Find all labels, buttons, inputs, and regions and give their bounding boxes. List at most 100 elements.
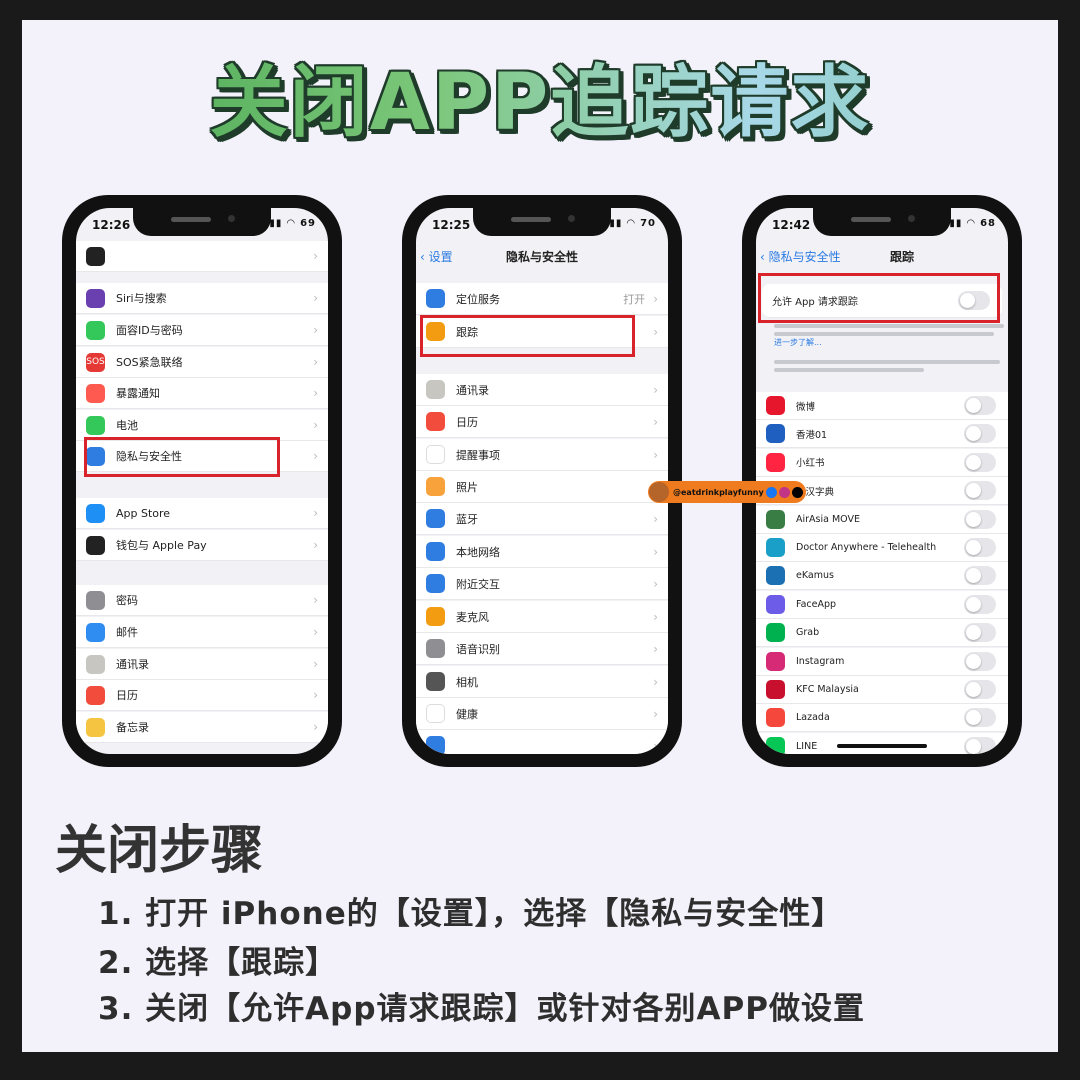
list-item[interactable]: App Store › bbox=[76, 498, 328, 529]
facebook-icon bbox=[765, 486, 777, 498]
tracking-toggle[interactable] bbox=[964, 680, 996, 699]
tracking-toggle[interactable] bbox=[964, 481, 996, 501]
app-icon bbox=[86, 590, 105, 610]
list-item[interactable]: 提醒事项 › bbox=[416, 439, 668, 471]
tracking-toggle[interactable] bbox=[964, 708, 996, 728]
app-icon bbox=[426, 477, 445, 496]
list-item-label: FaceApp bbox=[796, 598, 837, 610]
list-item[interactable]: 日历 › bbox=[416, 406, 668, 438]
list-item[interactable]: 微博 bbox=[756, 392, 1008, 420]
chevron-right-icon: › bbox=[653, 738, 658, 753]
tracking-toggle[interactable] bbox=[964, 566, 996, 586]
list-item[interactable]: SOS SOS紧急联络 › bbox=[76, 347, 328, 378]
chevron-right-icon: › bbox=[313, 449, 318, 463]
tracking-toggle[interactable] bbox=[964, 623, 996, 643]
phone-settings: 12:26 ▮▮ ◠ 69 设置 ›Siri与搜索›面容ID与密码›SOSSOS… bbox=[62, 195, 342, 767]
list-item-label: 面容ID与密码 bbox=[116, 324, 183, 337]
list-item[interactable]: 通讯录 › bbox=[416, 374, 668, 406]
list-item[interactable]: 蓝牙 › bbox=[416, 503, 668, 535]
app-icon bbox=[86, 415, 105, 435]
tracking-toggle[interactable] bbox=[964, 736, 996, 754]
app-icon: SOS bbox=[86, 352, 105, 372]
list-item[interactable]: Grab bbox=[756, 619, 1008, 648]
nav-title: 隐私与安全性 bbox=[505, 250, 578, 264]
app-icon bbox=[426, 672, 445, 691]
watermark-handle: @eatdrinkplayfunny bbox=[673, 487, 764, 497]
list-item-value: 打开 bbox=[623, 292, 646, 306]
list-item[interactable]: 语音识别 › bbox=[416, 633, 668, 665]
list-item[interactable]: 密码 › bbox=[76, 585, 328, 616]
list-item-label: 语音识别 bbox=[456, 642, 500, 656]
chevron-right-icon: › bbox=[313, 291, 318, 305]
list-item[interactable]: 照片› bbox=[416, 471, 668, 503]
list-item[interactable]: 小红书 bbox=[756, 448, 1008, 477]
app-icon bbox=[86, 622, 105, 642]
list-item[interactable]: 本地网络 › bbox=[416, 536, 668, 568]
chevron-right-icon: › bbox=[313, 386, 318, 400]
list-item[interactable]: Instagram bbox=[756, 647, 1008, 676]
list-item-label: 小红书 bbox=[796, 458, 825, 470]
chevron-right-icon: › bbox=[653, 447, 658, 462]
list-item-label: 密码 bbox=[116, 594, 138, 607]
tracking-toggle[interactable] bbox=[964, 396, 996, 415]
highlight-box bbox=[758, 273, 1000, 323]
list-item[interactable]: 相机 › bbox=[416, 666, 668, 698]
tracking-toggle[interactable] bbox=[964, 452, 996, 472]
app-icon bbox=[766, 651, 785, 671]
list-item[interactable]: eKamus bbox=[756, 562, 1008, 591]
list-item[interactable]: 附近交互 › bbox=[416, 568, 668, 600]
app-icon bbox=[86, 685, 105, 705]
list-item[interactable]: 通讯录 › bbox=[76, 649, 328, 680]
list-item[interactable]: Doctor Anywhere - Telehealth bbox=[756, 534, 1008, 562]
instagram-icon bbox=[778, 486, 790, 498]
status-icons: ▮▮ ◠ 70 bbox=[609, 218, 656, 229]
app-icon bbox=[766, 424, 785, 444]
list-item-label: 定位服务 bbox=[456, 292, 500, 306]
notch bbox=[133, 208, 271, 236]
list-item[interactable]: 邮件 › bbox=[76, 617, 328, 648]
list-item[interactable]: 面容ID与密码 › bbox=[76, 315, 328, 346]
app-icon bbox=[86, 535, 105, 555]
chevron-right-icon: › bbox=[653, 609, 658, 624]
footnote-text bbox=[774, 360, 1000, 364]
list-item[interactable]: 备忘录 › bbox=[76, 712, 328, 743]
tracking-toggle[interactable] bbox=[964, 651, 996, 671]
list-item-label: SOS紧急联络 bbox=[116, 356, 183, 369]
list-item-label: Siri与搜索 bbox=[116, 292, 167, 305]
list-item[interactable]: 麦克风 › bbox=[416, 601, 668, 633]
tracking-toggle[interactable] bbox=[964, 538, 996, 557]
list-item-label: 钱包与 Apple Pay bbox=[116, 539, 207, 552]
tracking-toggle[interactable] bbox=[964, 424, 996, 444]
tracking-toggle[interactable] bbox=[964, 509, 996, 529]
list-item[interactable]: AirAsia MOVE bbox=[756, 505, 1008, 534]
highlight-box bbox=[84, 437, 280, 477]
list-item[interactable]: 日历 › bbox=[76, 680, 328, 711]
phone-privacy: 12:25 ▮▮ ◠ 70 ‹ 设置 隐私与安全性 定位服务 打开 › 跟踪 › 通讯录 ›… bbox=[402, 195, 682, 767]
app-icon bbox=[766, 396, 785, 415]
list-item[interactable]: 香港01 bbox=[756, 420, 1008, 449]
list-item[interactable]: › bbox=[416, 730, 668, 754]
status-icons: ▮▮ ◠ 68 bbox=[949, 218, 996, 229]
list-item-label: 日历 bbox=[116, 689, 138, 702]
list-item-label: 香港01 bbox=[796, 429, 828, 441]
list-item[interactable]: 暴露通知 › bbox=[76, 378, 328, 409]
list-item[interactable]: KFC Malaysia bbox=[756, 676, 1008, 704]
list-item[interactable]: Siri与搜索 › bbox=[76, 283, 328, 314]
description-text bbox=[774, 324, 1004, 328]
chevron-right-icon: › bbox=[653, 706, 658, 721]
step-2: 2. 选择【跟踪】 bbox=[98, 945, 338, 981]
list-item[interactable]: 健康 › bbox=[416, 698, 668, 730]
list-item-label: 提醒事项 bbox=[456, 448, 500, 462]
app-icon bbox=[426, 412, 445, 431]
list-item[interactable]: 定位服务 打开 › bbox=[416, 283, 668, 315]
list-item[interactable]: FaceApp bbox=[756, 590, 1008, 619]
tracking-toggle[interactable] bbox=[964, 594, 996, 614]
list-item-label: Grab bbox=[796, 627, 820, 639]
list-item[interactable]: 钱包与 Apple Pay › bbox=[76, 530, 328, 561]
app-icon bbox=[766, 538, 785, 557]
list-item-label: Doctor Anywhere - Telehealth bbox=[796, 542, 937, 553]
list-item[interactable]: Lazada bbox=[756, 704, 1008, 733]
chevron-right-icon: › bbox=[653, 291, 658, 306]
learn-more-link[interactable]: 进一步了解... bbox=[774, 337, 822, 348]
list-item[interactable]: › bbox=[76, 241, 328, 272]
